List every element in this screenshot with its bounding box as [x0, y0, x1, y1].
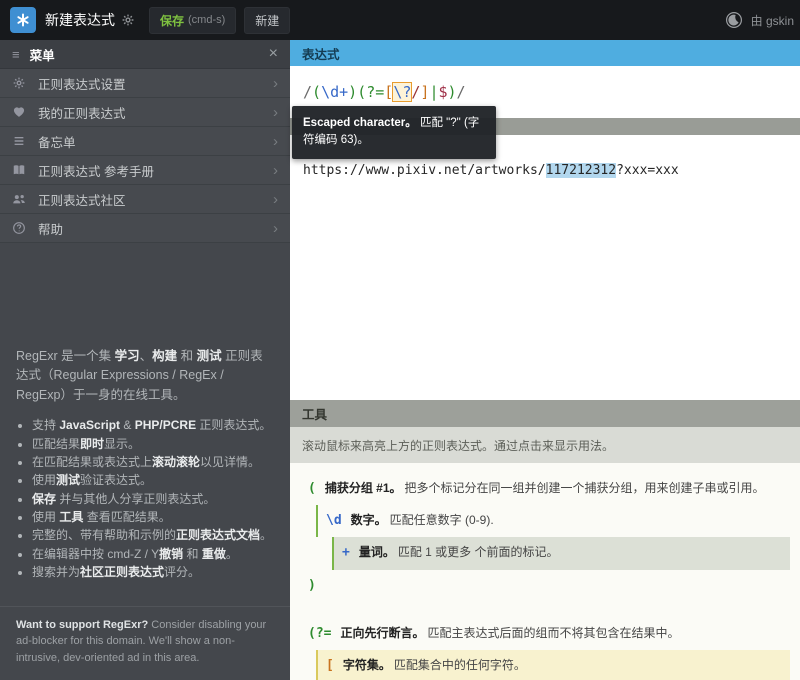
top-bar: 新建表达式 保存 (cmd-s) 新建 由 gskin — [0, 0, 800, 40]
regexr-logo-icon[interactable] — [10, 7, 36, 33]
explain-token: ( — [308, 480, 316, 498]
tooltip-lead: Escaped character。 — [303, 117, 417, 129]
regex-token[interactable]: (?= — [357, 83, 384, 101]
explain-text: 把多个标记分在同一组并创建一个捕获分组，用来创建子串或引用。 — [405, 480, 765, 497]
sidebar-item-label: 正则表达式 参考手册 — [38, 161, 273, 180]
explain-row[interactable]: ) — [300, 570, 790, 602]
regex-token[interactable]: / — [457, 83, 466, 101]
explain-lead: 数字。 — [351, 512, 387, 529]
sidebar-item-label: 正则表达式社区 — [38, 190, 273, 209]
regex-token[interactable]: \d — [321, 83, 339, 101]
feature-item: 搜索并为社区正则表达式评分。 — [32, 564, 274, 581]
explain-token: \d — [326, 512, 342, 530]
explain-token: (?= — [308, 625, 331, 643]
sidebar-item-community[interactable]: 正则表达式社区› — [0, 185, 290, 214]
sidebar-description: RegExr 是一个集 学习、构建 和 测试 正则表达式（Regular Exp… — [0, 347, 290, 583]
community-icon — [12, 191, 28, 207]
expression-header-label: 表达式 — [302, 44, 340, 63]
regex-token[interactable]: \? — [393, 83, 411, 101]
credit-text[interactable]: 由 gskin — [751, 12, 794, 29]
hamburger-menu-icon[interactable]: ≡ — [12, 47, 20, 62]
sidebar-item-label: 我的正则表达式 — [38, 103, 273, 122]
feature-item: 匹配结果即时显示。 — [32, 436, 274, 453]
tools-header: 工具 — [290, 400, 800, 427]
feature-list: 支持 JavaScript & PHP/PCRE 正则表达式。匹配结果即时显示。… — [16, 417, 274, 582]
regexr-app: 新建表达式 保存 (cmd-s) 新建 由 gskin ≡ 菜单 × — [0, 0, 800, 680]
feature-item: 使用测试验证表达式。 — [32, 472, 274, 489]
explain-token: + — [342, 544, 350, 562]
chevron-right-icon: › — [273, 134, 278, 149]
book-icon — [12, 162, 28, 178]
help-icon — [12, 220, 28, 236]
explain-panel: ( 捕获分组 #1。把多个标记分在同一组并创建一个捕获分组，用来创建子串或引用。 \… — [290, 463, 800, 680]
chevron-right-icon: › — [273, 192, 278, 207]
feature-item: 支持 JavaScript & PHP/PCRE 正则表达式。 — [32, 417, 274, 434]
ad-notice: Want to support RegExr? Consider disabli… — [0, 606, 290, 680]
explain-lead: 捕获分组 #1。 — [325, 480, 402, 497]
explain-text: 匹配主表达式后面的组而不将其包含在结果中。 — [428, 625, 680, 642]
explain-row[interactable]: (?= 正向先行断言。匹配主表达式后面的组而不将其包含在结果中。 — [300, 618, 790, 650]
intro-paragraph: RegExr 是一个集 学习、构建 和 测试 正则表达式（Regular Exp… — [16, 347, 274, 405]
test-text-input[interactable]: https://www.pixiv.net/artworks/117212312… — [290, 135, 800, 400]
new-button[interactable]: 新建 — [244, 7, 290, 34]
regex-token[interactable]: + — [339, 83, 348, 101]
sidebar-item-cheatsheet[interactable]: 备忘单› — [0, 127, 290, 156]
tools-header-label: 工具 — [302, 404, 327, 423]
explain-lead: 正向先行断言。 — [340, 625, 424, 642]
sidebar-item-label: 帮助 — [38, 219, 273, 238]
explain-token: [ — [326, 657, 334, 675]
explain-row[interactable]: ( 捕获分组 #1。把多个标记分在同一组并创建一个捕获分组，用来创建子串或引用。 — [300, 473, 790, 505]
explain-row[interactable]: [ 字符集。匹配集合中的任何字符。 — [316, 650, 790, 680]
match-highlight: 117212312 — [546, 163, 616, 178]
tools-description: 滚动鼠标来高亮上方的正则表达式。通过点击来显示用法。 — [290, 427, 800, 463]
explain-text: 匹配集合中的任何字符。 — [394, 657, 526, 674]
feature-item: 在编辑器中按 cmd-Z / Y撤销 和 重做。 — [32, 546, 274, 563]
regex-token[interactable]: [ — [384, 83, 393, 101]
feature-item: 在匹配结果或表达式上滚动滚轮以见详情。 — [32, 454, 274, 471]
sidebar-item-settings[interactable]: 正则表达式设置› — [0, 69, 290, 98]
expression-settings-gear-icon[interactable] — [121, 13, 135, 27]
chevron-right-icon: › — [273, 105, 278, 120]
sidebar-item-favorites[interactable]: 我的正则表达式› — [0, 98, 290, 127]
regex-token[interactable]: ) — [448, 83, 457, 101]
sidebar-item-label: 正则表达式设置 — [38, 74, 273, 93]
sidebar-item-help[interactable]: 帮助› — [0, 214, 290, 243]
main-panel: 表达式 /(\d+)(?=[\?/]|$)/ https://www.pixiv… — [290, 40, 800, 680]
sidebar-menu-list: 正则表达式设置›我的正则表达式›备忘单›正则表达式 参考手册›正则表达式社区›帮… — [0, 69, 290, 243]
sidebar-item-label: 备忘单 — [38, 132, 273, 151]
explain-row[interactable]: \d 数字。匹配任意数字 (0-9). — [316, 505, 790, 537]
explain-lead: 字符集。 — [343, 657, 391, 674]
feature-item: 完整的、带有帮助和示例的正则表达式文档。 — [32, 527, 274, 544]
explain-row[interactable]: + 量词。匹配 1 或更多 个前面的标记。 — [332, 537, 790, 569]
feature-item: 使用 工具 查看匹配结果。 — [32, 509, 274, 526]
document-title: 新建表达式 — [45, 10, 115, 30]
chevron-right-icon: › — [273, 163, 278, 178]
regex-token[interactable]: $ — [438, 83, 447, 101]
chevron-right-icon: › — [273, 76, 278, 91]
sidebar: ≡ 菜单 × 正则表达式设置›我的正则表达式›备忘单›正则表达式 参考手册›正则… — [0, 40, 290, 680]
menu-title: 菜单 — [30, 45, 269, 64]
close-icon[interactable]: × — [269, 46, 278, 62]
text-before-match: https://www.pixiv.net/artworks/ — [303, 163, 546, 178]
list-icon — [12, 133, 28, 149]
explain-text: 匹配任意数字 (0-9). — [390, 512, 494, 529]
menu-header[interactable]: ≡ 菜单 × — [0, 40, 290, 69]
explain-token: ) — [308, 577, 316, 595]
feature-item: 保存 并与其他人分享正则表达式。 — [32, 491, 274, 508]
sidebar-item-reference[interactable]: 正则表达式 参考手册› — [0, 156, 290, 185]
text-after-match: ?xxx=xxx — [616, 163, 679, 178]
gear-icon — [12, 75, 28, 91]
heart-icon — [12, 104, 28, 120]
token-tooltip: Escaped character。 匹配 "?" (字符编码 63)。 — [292, 106, 496, 159]
chevron-right-icon: › — [273, 221, 278, 236]
expression-header: 表达式 — [290, 40, 800, 66]
regex-token[interactable]: ( — [312, 83, 321, 101]
regex-token[interactable]: / — [303, 83, 312, 101]
regex-token[interactable]: ) — [348, 83, 357, 101]
save-button[interactable]: 保存 (cmd-s) — [149, 7, 236, 34]
dark-mode-toggle-moon-icon[interactable] — [725, 11, 743, 29]
explain-text: 匹配 1 或更多 个前面的标记。 — [398, 544, 559, 561]
explain-lead: 量词。 — [359, 544, 395, 561]
